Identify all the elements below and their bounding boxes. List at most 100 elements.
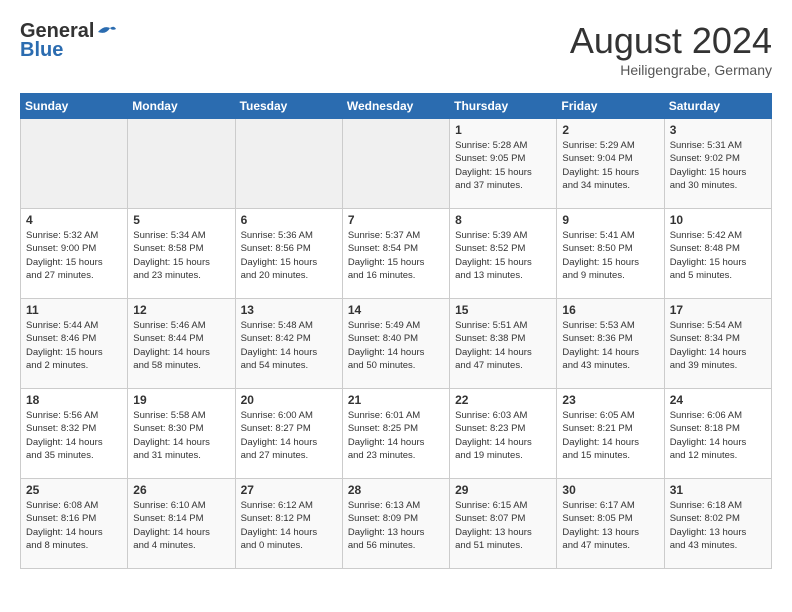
header-day-tuesday: Tuesday xyxy=(235,94,342,119)
day-info: Sunrise: 5:44 AMSunset: 8:46 PMDaylight:… xyxy=(26,319,122,372)
day-info: Sunrise: 6:10 AMSunset: 8:14 PMDaylight:… xyxy=(133,499,229,552)
day-number: 10 xyxy=(670,213,766,227)
day-info: Sunrise: 5:46 AMSunset: 8:44 PMDaylight:… xyxy=(133,319,229,372)
calendar-cell: 21Sunrise: 6:01 AMSunset: 8:25 PMDayligh… xyxy=(342,389,449,479)
day-info: Sunrise: 5:42 AMSunset: 8:48 PMDaylight:… xyxy=(670,229,766,282)
day-info: Sunrise: 5:36 AMSunset: 8:56 PMDaylight:… xyxy=(241,229,337,282)
page-header: General Blue August 2024 Heiligengrabe, … xyxy=(20,20,772,78)
day-number: 26 xyxy=(133,483,229,497)
day-info: Sunrise: 5:29 AMSunset: 9:04 PMDaylight:… xyxy=(562,139,658,192)
calendar-cell: 4 Sunrise: 5:32 AMSunset: 9:00 PMDaylight… xyxy=(21,209,128,299)
calendar-table: SundayMondayTuesdayWednesdayThursdayFrid… xyxy=(20,93,772,569)
day-number: 19 xyxy=(133,393,229,407)
header-day-saturday: Saturday xyxy=(664,94,771,119)
week-row-2: 4 Sunrise: 5:32 AMSunset: 9:00 PMDaylight… xyxy=(21,209,772,299)
day-number: 15 xyxy=(455,303,551,317)
calendar-cell: 24Sunrise: 6:06 AMSunset: 8:18 PMDayligh… xyxy=(664,389,771,479)
calendar-cell xyxy=(21,119,128,209)
calendar-cell: 1 Sunrise: 5:28 AMSunset: 9:05 PMDaylight… xyxy=(450,119,557,209)
day-number: 4 xyxy=(26,213,122,227)
day-info: Sunrise: 5:41 AMSunset: 8:50 PMDaylight:… xyxy=(562,229,658,282)
day-number: 8 xyxy=(455,213,551,227)
day-number: 14 xyxy=(348,303,444,317)
calendar-cell: 5 Sunrise: 5:34 AMSunset: 8:58 PMDaylight… xyxy=(128,209,235,299)
day-number: 13 xyxy=(241,303,337,317)
calendar-cell: 28 Sunrise: 6:13 AMSunset: 8:09 PMDayligh… xyxy=(342,479,449,569)
calendar-cell: 2 Sunrise: 5:29 AMSunset: 9:04 PMDaylight… xyxy=(557,119,664,209)
day-info: Sunrise: 5:34 AMSunset: 8:58 PMDaylight:… xyxy=(133,229,229,282)
calendar-cell: 12 Sunrise: 5:46 AMSunset: 8:44 PMDayligh… xyxy=(128,299,235,389)
day-info: Sunrise: 6:15 AMSunset: 8:07 PMDaylight:… xyxy=(455,499,551,552)
calendar-cell: 18 Sunrise: 5:56 AMSunset: 8:32 PMDayligh… xyxy=(21,389,128,479)
day-info: Sunrise: 5:32 AMSunset: 9:00 PMDaylight:… xyxy=(26,229,122,282)
header-day-friday: Friday xyxy=(557,94,664,119)
day-number: 29 xyxy=(455,483,551,497)
logo-blue-text: Blue xyxy=(20,39,63,62)
day-info: Sunrise: 6:05 AMSunset: 8:21 PMDaylight:… xyxy=(562,409,658,462)
day-number: 7 xyxy=(348,213,444,227)
day-info: Sunrise: 6:03 AMSunset: 8:23 PMDaylight:… xyxy=(455,409,551,462)
day-info: Sunrise: 6:00 AMSunset: 8:27 PMDaylight:… xyxy=(241,409,337,462)
day-number: 20 xyxy=(241,393,337,407)
header-day-sunday: Sunday xyxy=(21,94,128,119)
calendar-cell: 11 Sunrise: 5:44 AMSunset: 8:46 PMDayligh… xyxy=(21,299,128,389)
day-number: 9 xyxy=(562,213,658,227)
calendar-header-row: SundayMondayTuesdayWednesdayThursdayFrid… xyxy=(21,94,772,119)
title-block: August 2024 Heiligengrabe, Germany xyxy=(570,20,772,78)
calendar-cell: 16Sunrise: 5:53 AMSunset: 8:36 PMDayligh… xyxy=(557,299,664,389)
calendar-cell: 19Sunrise: 5:58 AMSunset: 8:30 PMDayligh… xyxy=(128,389,235,479)
calendar-cell: 20 Sunrise: 6:00 AMSunset: 8:27 PMDayligh… xyxy=(235,389,342,479)
day-number: 17 xyxy=(670,303,766,317)
day-info: Sunrise: 6:12 AMSunset: 8:12 PMDaylight:… xyxy=(241,499,337,552)
calendar-cell xyxy=(235,119,342,209)
day-info: Sunrise: 5:51 AMSunset: 8:38 PMDaylight:… xyxy=(455,319,551,372)
calendar-cell: 3 Sunrise: 5:31 AMSunset: 9:02 PMDaylight… xyxy=(664,119,771,209)
calendar-cell: 17 Sunrise: 5:54 AMSunset: 8:34 PMDayligh… xyxy=(664,299,771,389)
day-number: 1 xyxy=(455,123,551,137)
day-info: Sunrise: 6:06 AMSunset: 8:18 PMDaylight:… xyxy=(670,409,766,462)
day-number: 11 xyxy=(26,303,122,317)
calendar-cell xyxy=(128,119,235,209)
calendar-cell: 29 Sunrise: 6:15 AMSunset: 8:07 PMDayligh… xyxy=(450,479,557,569)
day-info: Sunrise: 5:48 AMSunset: 8:42 PMDaylight:… xyxy=(241,319,337,372)
header-day-monday: Monday xyxy=(128,94,235,119)
day-number: 18 xyxy=(26,393,122,407)
day-number: 2 xyxy=(562,123,658,137)
day-number: 5 xyxy=(133,213,229,227)
calendar-cell: 23 Sunrise: 6:05 AMSunset: 8:21 PMDayligh… xyxy=(557,389,664,479)
calendar-cell xyxy=(342,119,449,209)
calendar-title: August 2024 xyxy=(570,20,772,62)
calendar-subtitle: Heiligengrabe, Germany xyxy=(570,62,772,78)
day-number: 6 xyxy=(241,213,337,227)
header-day-thursday: Thursday xyxy=(450,94,557,119)
week-row-5: 25 Sunrise: 6:08 AMSunset: 8:16 PMDayligh… xyxy=(21,479,772,569)
day-info: Sunrise: 6:08 AMSunset: 8:16 PMDaylight:… xyxy=(26,499,122,552)
day-number: 30 xyxy=(562,483,658,497)
week-row-4: 18 Sunrise: 5:56 AMSunset: 8:32 PMDayligh… xyxy=(21,389,772,479)
day-number: 25 xyxy=(26,483,122,497)
day-number: 21 xyxy=(348,393,444,407)
day-info: Sunrise: 5:56 AMSunset: 8:32 PMDaylight:… xyxy=(26,409,122,462)
day-info: Sunrise: 6:18 AMSunset: 8:02 PMDaylight:… xyxy=(670,499,766,552)
day-number: 3 xyxy=(670,123,766,137)
day-number: 16 xyxy=(562,303,658,317)
calendar-cell: 30Sunrise: 6:17 AMSunset: 8:05 PMDayligh… xyxy=(557,479,664,569)
calendar-cell: 9 Sunrise: 5:41 AMSunset: 8:50 PMDaylight… xyxy=(557,209,664,299)
calendar-cell: 15 Sunrise: 5:51 AMSunset: 8:38 PMDayligh… xyxy=(450,299,557,389)
day-number: 31 xyxy=(670,483,766,497)
calendar-cell: 13 Sunrise: 5:48 AMSunset: 8:42 PMDayligh… xyxy=(235,299,342,389)
calendar-cell: 10 Sunrise: 5:42 AMSunset: 8:48 PMDayligh… xyxy=(664,209,771,299)
calendar-cell: 14Sunrise: 5:49 AMSunset: 8:40 PMDayligh… xyxy=(342,299,449,389)
day-info: Sunrise: 5:39 AMSunset: 8:52 PMDaylight:… xyxy=(455,229,551,282)
calendar-cell: 27Sunrise: 6:12 AMSunset: 8:12 PMDayligh… xyxy=(235,479,342,569)
day-info: Sunrise: 6:13 AMSunset: 8:09 PMDaylight:… xyxy=(348,499,444,552)
day-info: Sunrise: 5:54 AMSunset: 8:34 PMDaylight:… xyxy=(670,319,766,372)
day-number: 28 xyxy=(348,483,444,497)
calendar-cell: 25 Sunrise: 6:08 AMSunset: 8:16 PMDayligh… xyxy=(21,479,128,569)
calendar-cell: 6 Sunrise: 5:36 AMSunset: 8:56 PMDaylight… xyxy=(235,209,342,299)
day-number: 23 xyxy=(562,393,658,407)
day-info: Sunrise: 5:28 AMSunset: 9:05 PMDaylight:… xyxy=(455,139,551,192)
day-number: 12 xyxy=(133,303,229,317)
day-number: 22 xyxy=(455,393,551,407)
day-info: Sunrise: 5:31 AMSunset: 9:02 PMDaylight:… xyxy=(670,139,766,192)
